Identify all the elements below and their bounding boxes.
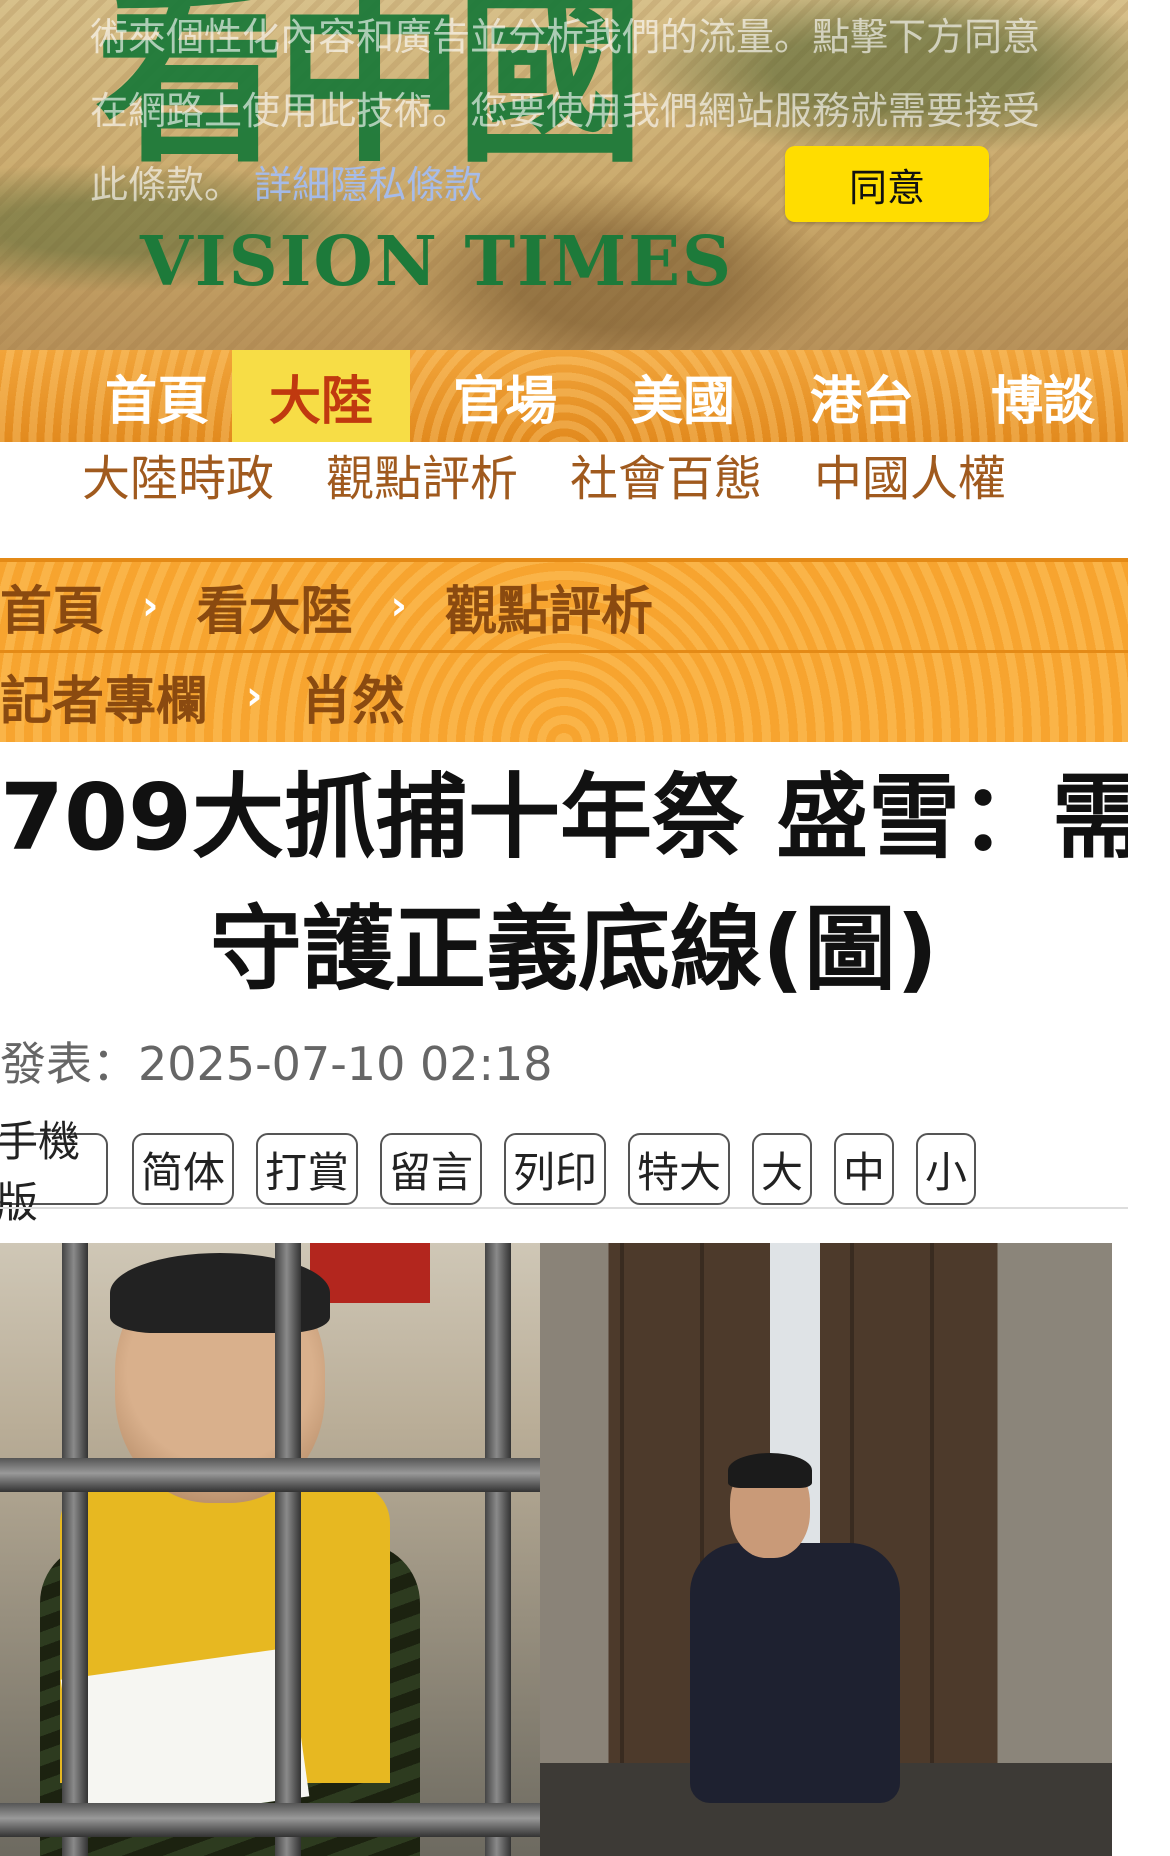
subnav-item-human-rights[interactable]: 中國人權 (814, 448, 1006, 510)
breadcrumb-mainland[interactable]: 看大陸 (197, 569, 353, 644)
cell-bar (275, 1243, 301, 1856)
nav-item-home[interactable]: 首頁 (82, 350, 232, 442)
cell-crossbar (0, 1458, 540, 1492)
photo-person2-body (690, 1543, 900, 1803)
subnav-item-politics[interactable]: 大陸時政 (82, 448, 274, 510)
cookie-notice-text: 此條款。 (90, 163, 243, 207)
font-large-button[interactable]: 大 (752, 1133, 812, 1205)
cookie-agree-button[interactable]: 同意 (785, 146, 989, 222)
breadcrumb-columns[interactable]: 記者專欄 (0, 659, 208, 734)
font-medium-button[interactable]: 中 (834, 1133, 894, 1205)
cell-bar (62, 1243, 88, 1856)
nav-item-hk-taiwan[interactable]: 港台 (787, 350, 937, 442)
photo-paper (60, 1647, 310, 1829)
article-title-line-2: 守護正義底線(圖) (209, 896, 939, 1003)
comment-button[interactable]: 留言 (380, 1133, 482, 1205)
nav-item-officialdom[interactable]: 官場 (430, 350, 580, 442)
divider (0, 1207, 1128, 1209)
publish-date: 發表：2025-07-10 02:18 (0, 1037, 553, 1091)
article-tools: 手機版 简体 打賞 留言 列印 特大 大 中 小 (0, 1117, 1128, 1227)
simplified-chinese-button[interactable]: 简体 (132, 1133, 234, 1205)
page-right-margin (1128, 0, 1170, 1856)
cell-bar (485, 1243, 511, 1856)
breadcrumb-opinion[interactable]: 觀點評析 (445, 569, 653, 644)
nav-item-usa[interactable]: 美國 (608, 350, 758, 442)
article-title: 709大抓捕十年祭 盛雪：需 守護正義底線(圖) (0, 752, 1145, 1016)
print-button[interactable]: 列印 (504, 1133, 606, 1205)
main-nav: 首頁 大陸 官場 美國 港台 博談 (0, 350, 1128, 442)
cookie-notice-line-1: 術來個性化內容和廣告並分析我們的流量。點擊下方同意 (90, 15, 1041, 59)
cell-crossbar (0, 1803, 540, 1837)
breadcrumb-row-1: 首頁 › 看大陸 › 觀點評析 (0, 562, 1128, 653)
article-photo[interactable] (0, 1243, 1112, 1856)
nav-item-mainland[interactable]: 大陸 (232, 350, 410, 442)
cookie-notice-line-2: 在網路上使用此技術。您要使用我們網站服務就需要接受 (90, 89, 1041, 133)
font-small-button[interactable]: 小 (916, 1133, 976, 1205)
photo-person2-hair (728, 1453, 812, 1488)
site-logo-english: VISION TIMES (140, 222, 734, 302)
breadcrumb-separator: › (390, 583, 407, 629)
article-title-line-1: 709大抓捕十年祭 盛雪：需 (0, 764, 1145, 871)
breadcrumb-author[interactable]: 肖然 (301, 659, 405, 734)
privacy-policy-link[interactable]: 詳細隱私條款 (254, 163, 482, 207)
subnav-item-society[interactable]: 社會百態 (570, 448, 762, 510)
sub-nav: 大陸時政 觀點評析 社會百態 中國人權 (0, 448, 1128, 510)
mobile-version-button[interactable]: 手機版 (0, 1117, 108, 1227)
font-xlarge-button[interactable]: 特大 (628, 1133, 730, 1205)
nav-item-blogs[interactable]: 博談 (968, 350, 1118, 442)
subnav-item-opinion[interactable]: 觀點評析 (326, 448, 518, 510)
breadcrumb-home[interactable]: 首頁 (0, 569, 104, 644)
breadcrumb: 首頁 › 看大陸 › 觀點評析 記者專欄 › 肖然 (0, 558, 1128, 742)
breadcrumb-separator: › (142, 583, 159, 629)
breadcrumb-row-2: 記者專欄 › 肖然 (0, 652, 1128, 740)
breadcrumb-separator: › (246, 673, 263, 719)
tip-button[interactable]: 打賞 (256, 1133, 358, 1205)
